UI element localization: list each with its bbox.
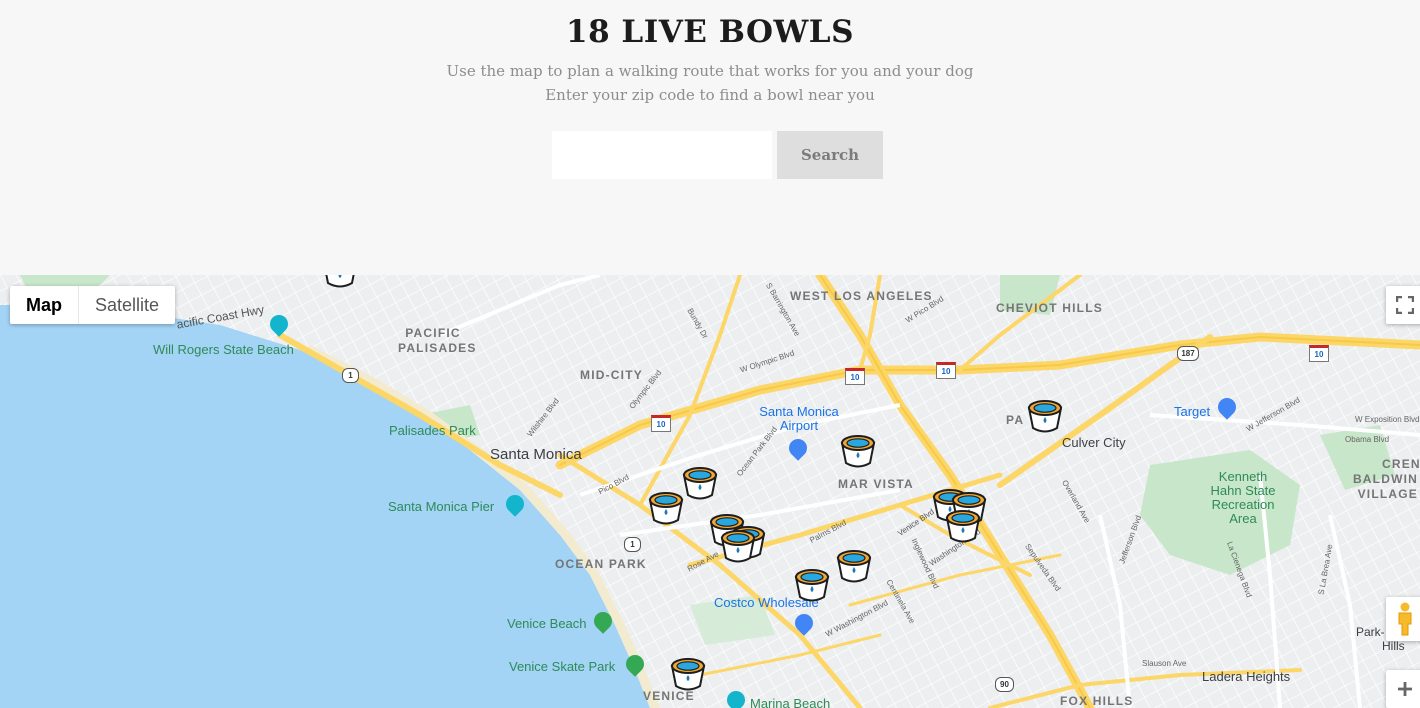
poi-label-venice-beach: Venice Beach xyxy=(507,616,587,631)
poi-label-kenneth-hahn: Kenneth Hahn State Recreation Area xyxy=(1210,469,1276,526)
city-label-santa-monica: Santa Monica xyxy=(490,446,582,463)
state-route-shield: 90 xyxy=(995,677,1014,692)
city-label-park: Park- xyxy=(1356,625,1385,639)
subtitle-zip: Enter your zip code to find a bowl near … xyxy=(545,86,875,104)
area-label-west-los-angeles: WEST LOS ANGELES xyxy=(790,289,933,303)
interstate-shield: 10 xyxy=(936,362,956,379)
zip-search-input[interactable] xyxy=(552,131,772,179)
city-label-culver-city: Culver City xyxy=(1062,435,1126,450)
water-bowl-icon[interactable] xyxy=(837,429,879,471)
interstate-shield: 10 xyxy=(845,368,865,385)
subtitle-route: Use the map to plan a walking route that… xyxy=(446,62,974,80)
pegman-icon[interactable] xyxy=(1386,597,1420,641)
city-label-hills: Hills xyxy=(1382,639,1405,653)
page-title: 18 LIVE BOWLS xyxy=(566,14,854,50)
map-type-control: Map Satellite xyxy=(10,286,176,324)
area-label-mar-vista: MAR VISTA xyxy=(838,477,914,491)
poi-label-palisades-park: Palisades Park xyxy=(389,423,476,438)
map-type-map-button[interactable]: Map xyxy=(10,286,79,324)
water-bowl-icon[interactable] xyxy=(645,486,687,528)
water-bowl-icon[interactable] xyxy=(319,275,361,291)
search-button[interactable]: Search xyxy=(777,131,883,179)
state-route-shield: 187 xyxy=(1177,346,1199,361)
bowl-map[interactable]: WEST LOS ANGELES CHEVIOT HILLS PACIFIC P… xyxy=(0,275,1420,708)
water-bowl-icon[interactable] xyxy=(667,652,709,694)
area-label-fox-hills: FOX HILLS xyxy=(1060,694,1134,708)
street-label: Slauson Ave xyxy=(1142,659,1187,668)
poi-label-marina-beach: Marina Beach xyxy=(750,696,831,708)
poi-label-target: Target xyxy=(1174,404,1211,419)
water-bowl-icon[interactable] xyxy=(942,504,984,546)
poi-label-santa-monica-pier: Santa Monica Pier xyxy=(388,499,495,514)
hero-section: 18 LIVE BOWLS Use the map to plan a walk… xyxy=(0,0,1420,275)
map-type-satellite-button[interactable]: Satellite xyxy=(79,286,175,324)
area-label-pacific-palisades: PACIFIC PALISADES xyxy=(398,326,477,355)
water-bowl-icon[interactable] xyxy=(1024,394,1066,436)
water-bowl-icon[interactable] xyxy=(833,544,875,586)
area-label-pa: PA xyxy=(1006,413,1025,427)
street-label: W Exposition Blvd xyxy=(1355,415,1420,424)
area-label-mid-city: MID-CITY xyxy=(580,368,643,382)
state-route-shield: 1 xyxy=(624,537,641,552)
interstate-shield: 10 xyxy=(1309,345,1329,362)
area-label-cren: CREN xyxy=(1382,457,1420,471)
area-label-baldwin-village: BALDWIN VILLAGE xyxy=(1352,472,1418,501)
state-route-shield: 1 xyxy=(342,368,359,383)
area-label-cheviot-hills: CHEVIOT HILLS xyxy=(996,301,1103,315)
water-bowl-icon[interactable] xyxy=(791,563,833,605)
poi-label-venice-skate-park: Venice Skate Park xyxy=(509,659,616,674)
poi-label-will-rogers: Will Rogers State Beach xyxy=(153,342,294,357)
street-label: Obama Blvd xyxy=(1345,435,1390,444)
interstate-shield: 10 xyxy=(651,415,671,432)
fullscreen-icon[interactable] xyxy=(1386,286,1420,324)
zoom-in-icon[interactable] xyxy=(1386,670,1420,708)
area-label-ocean-park: OCEAN PARK xyxy=(555,557,647,571)
city-label-ladera-heights: Ladera Heights xyxy=(1202,669,1291,684)
water-bowl-icon[interactable] xyxy=(717,524,759,566)
